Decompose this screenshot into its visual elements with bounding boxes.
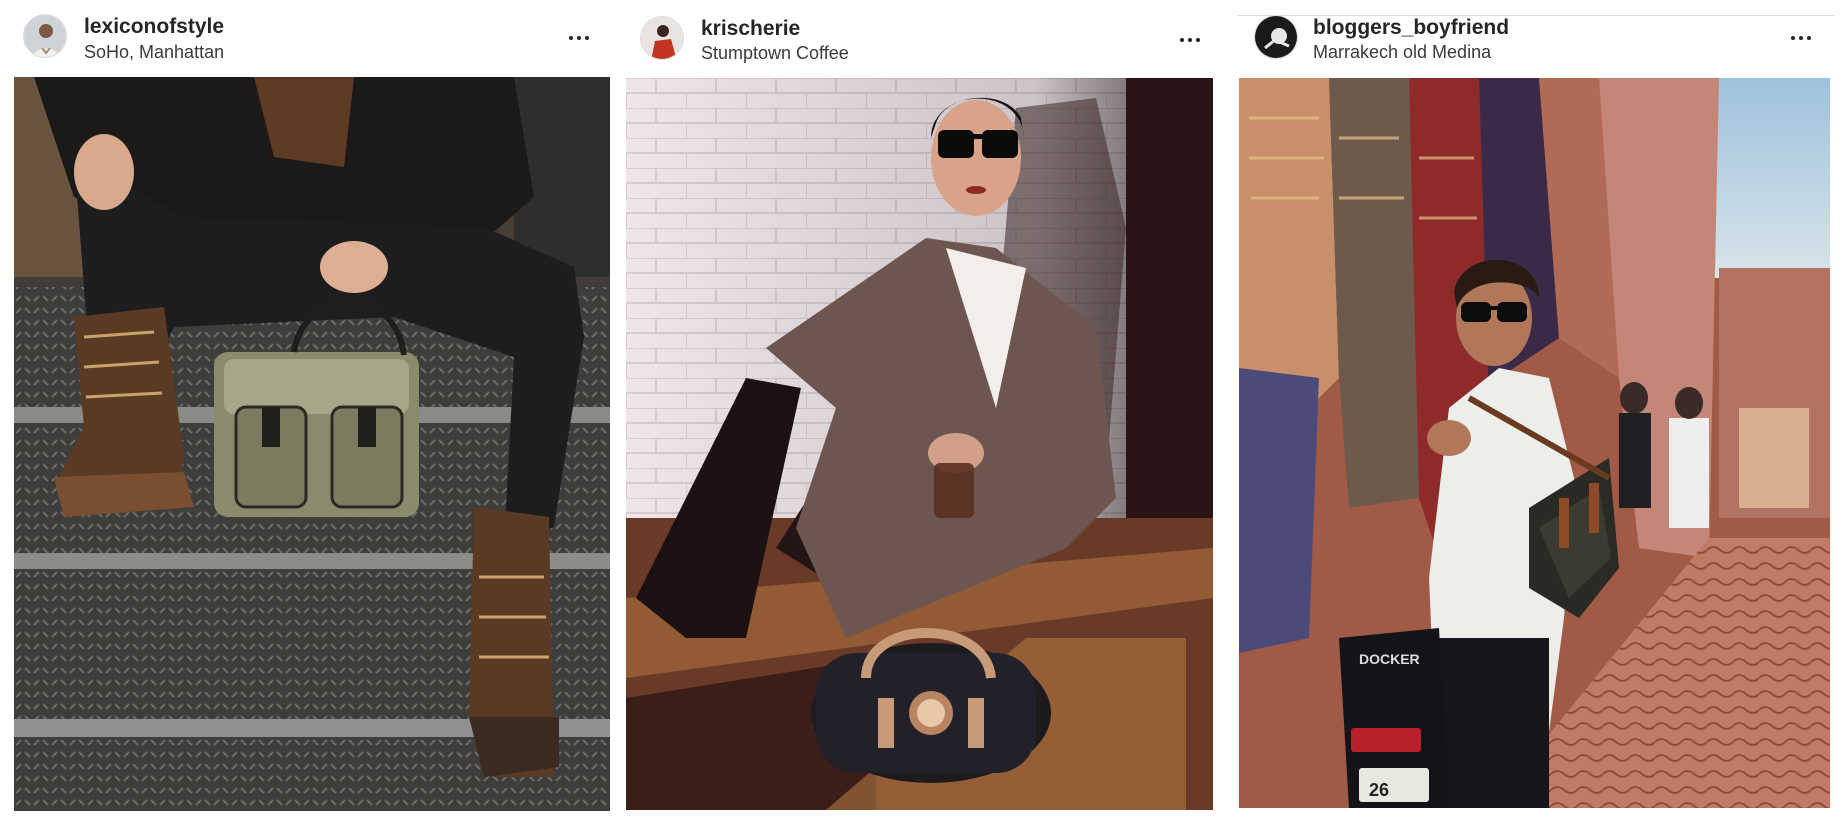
post-header: lexiconofstyle SoHo, Manhattan bbox=[0, 0, 620, 70]
post-card-3: bloggers_boyfriend Marrakech old Medina bbox=[1232, 0, 1843, 834]
avatar[interactable] bbox=[23, 14, 67, 58]
more-horizontal-icon[interactable] bbox=[1786, 27, 1816, 49]
location-link[interactable]: Marrakech old Medina bbox=[1313, 42, 1491, 63]
username[interactable]: krischerie bbox=[701, 17, 800, 41]
more-horizontal-icon[interactable] bbox=[1175, 29, 1205, 51]
username[interactable]: lexiconofstyle bbox=[84, 15, 224, 39]
avatar[interactable] bbox=[640, 16, 684, 60]
avatar[interactable] bbox=[1254, 15, 1298, 59]
post-photo[interactable]: 26 DOCKER bbox=[1239, 78, 1830, 808]
post-photo[interactable] bbox=[14, 77, 610, 811]
username[interactable]: bloggers_boyfriend bbox=[1313, 16, 1509, 40]
location-link[interactable]: SoHo, Manhattan bbox=[84, 42, 224, 63]
svg-text:DOCKER: DOCKER bbox=[1359, 651, 1420, 667]
post-photo[interactable] bbox=[626, 78, 1213, 810]
location-link[interactable]: Stumptown Coffee bbox=[701, 43, 849, 64]
post-card-2: krischerie Stumptown Coffee bbox=[620, 0, 1232, 834]
post-header: krischerie Stumptown Coffee bbox=[620, 0, 1232, 70]
more-horizontal-icon[interactable] bbox=[564, 27, 594, 49]
post-card-1: lexiconofstyle SoHo, Manhattan bbox=[0, 0, 620, 834]
post-header: bloggers_boyfriend Marrakech old Medina bbox=[1232, 0, 1843, 70]
svg-text:26: 26 bbox=[1369, 780, 1389, 800]
